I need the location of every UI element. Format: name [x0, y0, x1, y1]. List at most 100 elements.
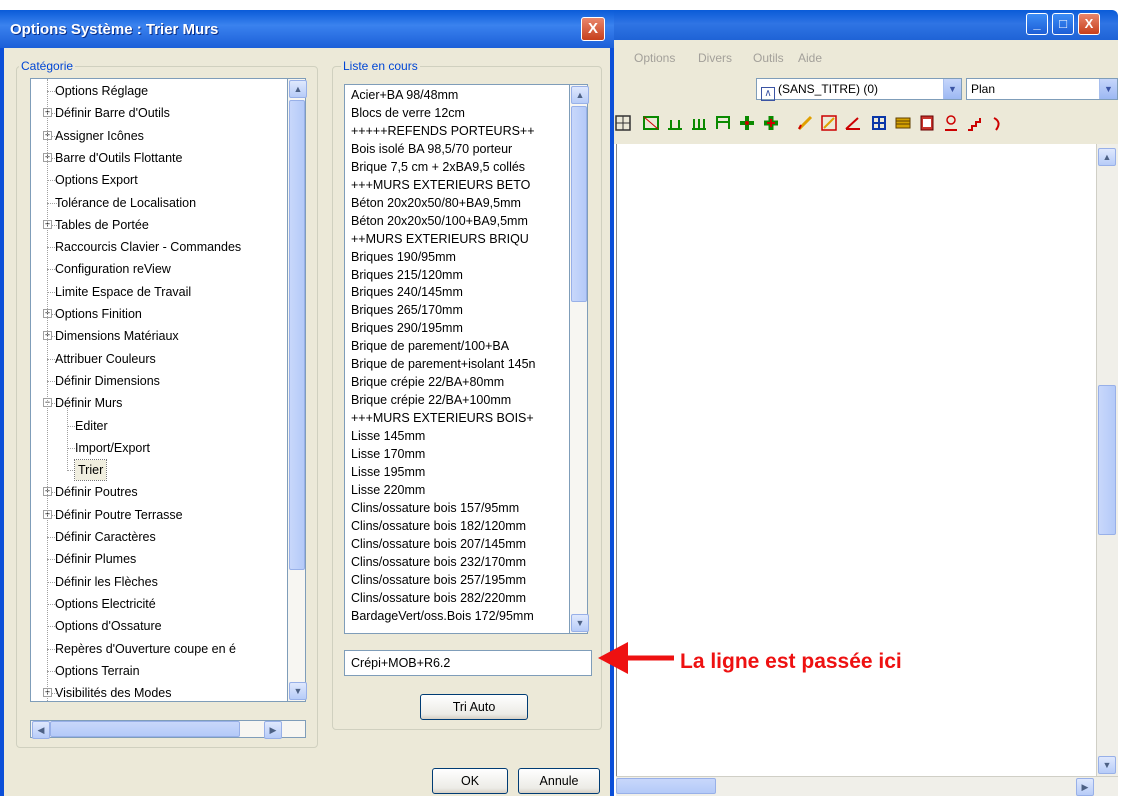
drawing-canvas[interactable] — [616, 144, 1096, 776]
grid-tool-icon[interactable] — [614, 114, 632, 132]
list-item[interactable]: Briques 215/120mm — [351, 266, 463, 284]
chevron-down-icon[interactable]: ▼ — [943, 79, 961, 99]
scroll-up-icon[interactable]: ▲ — [1098, 148, 1116, 166]
list-item[interactable]: Béton 20x20x50/80+BA9,5mm — [351, 194, 521, 212]
list-item[interactable]: Clins/ossature bois 207/145mm — [351, 535, 526, 553]
list-item[interactable]: Briques 190/95mm — [351, 248, 456, 266]
list-vertical-thumb[interactable] — [571, 106, 587, 302]
list-item[interactable]: Brique de parement/100+BA — [351, 337, 509, 355]
list-item[interactable]: Lisse 170mm — [351, 445, 425, 463]
maximize-button[interactable]: □ — [1052, 13, 1074, 35]
ok-button[interactable]: OK — [432, 768, 508, 794]
list-item[interactable]: Clins/ossature bois 282/220mm — [351, 589, 526, 607]
tree-item[interactable]: Barre d'Outils Flottante — [55, 147, 182, 169]
curve-tool-icon[interactable] — [990, 114, 1008, 132]
tree-item[interactable]: Dimensions Matériaux — [55, 325, 179, 347]
pencil-icon[interactable] — [796, 114, 814, 132]
category-tree[interactable]: Options Réglage + Définir Barre d'Outils + A… — [30, 78, 288, 702]
cabinet-tool-icon[interactable] — [918, 114, 936, 132]
stairs-tool-icon[interactable] — [966, 114, 984, 132]
post-tool-icon[interactable] — [690, 114, 708, 132]
list-item[interactable]: +++++REFENDS PORTEURS++ — [351, 122, 535, 140]
list-item[interactable]: BardageVert/oss.Bois 172/95mm — [351, 607, 534, 625]
window-tool-icon[interactable] — [870, 114, 888, 132]
minimize-button[interactable]: _ — [1026, 13, 1048, 35]
list-item[interactable]: +++MURS EXTERIEURS BETO — [351, 176, 530, 194]
tree-item[interactable]: Options Electricité — [55, 593, 156, 615]
list-item[interactable]: Blocs de verre 12cm — [351, 104, 465, 122]
hatch-tool-icon[interactable] — [894, 114, 912, 132]
add-tool-icon[interactable] — [762, 114, 780, 132]
tree-item[interactable]: Définir Caractères — [55, 526, 156, 548]
list-item[interactable]: Lisse 220mm — [351, 481, 425, 499]
menu-divers[interactable]: Divers — [698, 51, 732, 65]
list-item[interactable]: Clins/ossature bois 182/120mm — [351, 517, 526, 535]
beam-tool-icon[interactable] — [666, 114, 684, 132]
mode-combo[interactable]: Plan ▼ — [966, 78, 1118, 100]
tree-item[interactable]: Définir Murs — [55, 392, 122, 414]
tree-item[interactable]: Trier — [73, 459, 108, 482]
list-item[interactable]: Briques 290/195mm — [351, 319, 463, 337]
tree-horizontal-thumb[interactable] — [50, 721, 240, 737]
tree-item[interactable]: Options Export — [55, 169, 138, 191]
tri-auto-button[interactable]: Tri Auto — [420, 694, 528, 720]
list-item[interactable]: Lisse 145mm — [351, 427, 425, 445]
scroll-down-icon[interactable]: ▼ — [289, 682, 307, 700]
list-item[interactable]: Lisse 195mm — [351, 463, 425, 481]
menu-aide[interactable]: Aide — [798, 51, 822, 65]
tree-item[interactable]: Définir Barre d'Outils — [55, 102, 170, 124]
list-item[interactable]: Briques 265/170mm — [351, 301, 463, 319]
tree-item[interactable]: Définir Dimensions — [55, 370, 160, 392]
scroll-right-icon[interactable]: ▶ — [1076, 778, 1094, 796]
list-item[interactable]: Clins/ossature bois 232/170mm — [351, 553, 526, 571]
tree-item[interactable]: Repères d'Ouverture coupe en é — [55, 638, 236, 660]
list-item[interactable]: +++MURS EXTERIEURS BOIS+ — [351, 409, 534, 427]
list-item[interactable]: Brique 7,5 cm + 2xBA9,5 collés — [351, 158, 525, 176]
tree-item[interactable]: Assigner Icônes — [55, 125, 144, 147]
tree-item[interactable]: Limite Espace de Travail — [55, 281, 191, 303]
list-item[interactable]: Acier+BA 98/48mm — [351, 86, 458, 104]
tree-item[interactable]: Définir Poutres — [55, 481, 138, 503]
dialog-titlebar[interactable]: Options Système : Trier Murs X — [0, 10, 614, 48]
menu-outils[interactable]: Outils — [753, 51, 784, 65]
list-item[interactable]: Brique de parement+isolant 145n — [351, 355, 536, 373]
list-item[interactable]: Brique crépie 22/BA+100mm — [351, 391, 511, 409]
scroll-down-icon[interactable]: ▼ — [1098, 756, 1116, 774]
menu-options[interactable]: Options — [634, 51, 675, 65]
view-combo[interactable]: ∧ (SANS_TITRE) (0) ▼ — [756, 78, 962, 101]
current-line-field[interactable]: Crépi+MOB+R6.2 — [344, 650, 592, 676]
list-item[interactable]: Briques 240/145mm — [351, 283, 463, 301]
frame-tool-icon[interactable] — [714, 114, 732, 132]
cancel-button[interactable]: Annule — [518, 768, 600, 794]
tree-vertical-thumb[interactable] — [289, 100, 305, 570]
tree-item[interactable]: Définir Poutre Terrasse — [55, 504, 183, 526]
angle-tool-icon[interactable] — [844, 114, 862, 132]
wall-tool-icon[interactable] — [642, 114, 660, 132]
person-tool-icon[interactable] — [942, 114, 960, 132]
tree-item[interactable]: Options d'Ossature — [55, 615, 162, 637]
wall-list[interactable]: Acier+BA 98/48mm Blocs de verre 12cm +++++… — [344, 84, 570, 634]
tree-item[interactable]: Tables de Portée — [55, 214, 149, 236]
scroll-down-icon[interactable]: ▼ — [571, 614, 589, 632]
tree-item[interactable]: Attribuer Couleurs — [55, 348, 156, 370]
chevron-down-icon[interactable]: ▼ — [1099, 79, 1117, 99]
draw-box-icon[interactable] — [820, 114, 838, 132]
scroll-up-icon[interactable]: ▲ — [289, 80, 307, 98]
canvas-horizontal-thumb[interactable] — [616, 778, 716, 794]
dialog-close-button[interactable]: X — [581, 17, 605, 41]
list-item[interactable]: Béton 20x20x50/100+BA9,5mm — [351, 212, 528, 230]
scroll-up-icon[interactable]: ▲ — [571, 86, 589, 104]
canvas-vertical-thumb[interactable] — [1098, 385, 1116, 535]
tree-item[interactable]: Options Réglage — [55, 80, 148, 102]
tree-item[interactable]: Options Finition — [55, 303, 142, 325]
tree-item[interactable]: Visibilités des Modes — [55, 682, 172, 701]
scroll-right-icon[interactable]: ▶ — [264, 721, 282, 739]
list-item[interactable]: Clins/ossature bois 157/95mm — [351, 499, 519, 517]
list-item[interactable]: Bois isolé BA 98,5/70 porteur — [351, 140, 512, 158]
scroll-left-icon[interactable]: ◀ — [32, 721, 50, 739]
tree-item[interactable]: Raccourcis Clavier - Commandes — [55, 236, 241, 258]
tree-item[interactable]: Définir Plumes — [55, 548, 136, 570]
tree-item[interactable]: Editer — [75, 415, 108, 437]
app-close-button[interactable]: X — [1078, 13, 1100, 35]
tree-item[interactable]: Import/Export — [75, 437, 150, 459]
